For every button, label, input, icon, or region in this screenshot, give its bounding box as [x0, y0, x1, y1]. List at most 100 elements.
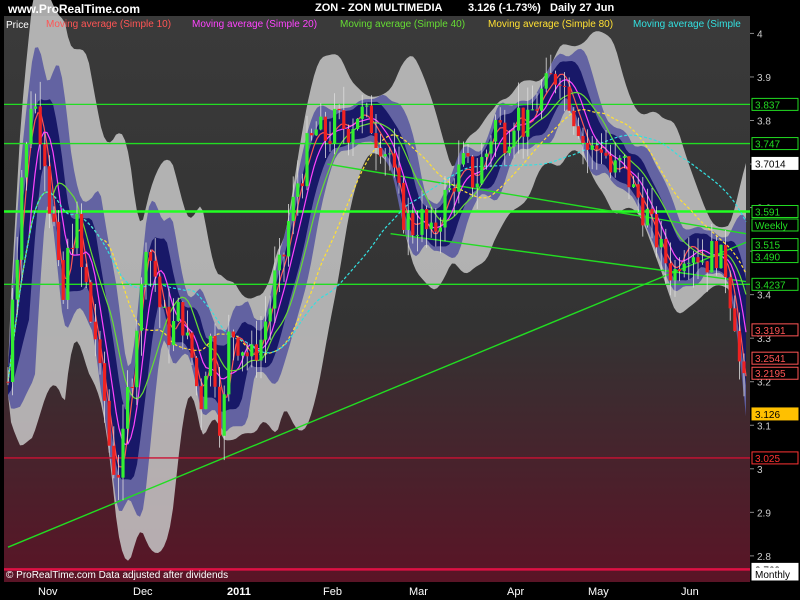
- x-label-nov: Nov: [38, 586, 58, 598]
- candle-body: [526, 109, 530, 137]
- candle-body: [659, 238, 663, 248]
- price-label: Price: [6, 20, 29, 31]
- candle-body: [581, 135, 585, 143]
- candle-body: [15, 259, 19, 300]
- candle-body: [47, 166, 51, 214]
- candle-body: [737, 330, 741, 362]
- candle-body: [452, 188, 456, 192]
- candle-body: [406, 213, 410, 230]
- candle-body: [351, 128, 355, 143]
- price-tag-label: 3.025: [755, 454, 780, 465]
- candle-body: [742, 361, 746, 374]
- candle-body: [388, 153, 392, 155]
- candle-body: [135, 330, 139, 388]
- candle-body: [116, 474, 120, 478]
- candle-body: [415, 234, 419, 236]
- candle-body: [549, 73, 553, 75]
- candle-body: [144, 251, 148, 285]
- candle-body: [103, 363, 107, 401]
- candle-body: [379, 147, 383, 157]
- candle-body: [733, 308, 737, 331]
- candle-body: [429, 222, 433, 230]
- candle-body: [20, 177, 24, 260]
- candle-body: [342, 110, 346, 129]
- candle-body: [466, 153, 470, 157]
- price-tag-label: 3.4237: [755, 280, 786, 291]
- candle-body: [530, 109, 534, 111]
- candle-body: [618, 157, 622, 161]
- candle-body: [11, 299, 15, 383]
- candle-body: [632, 184, 636, 188]
- candle-body: [397, 167, 401, 183]
- candle-body: [438, 227, 442, 232]
- y-tick-label: 3.4: [757, 291, 771, 302]
- candle-body: [480, 156, 484, 184]
- candle-body: [512, 130, 516, 147]
- x-label-jun: Jun: [681, 586, 699, 598]
- y-tick-label: 2.9: [757, 508, 771, 519]
- candle-body: [139, 284, 143, 331]
- footer-note: © ProRealTime.com Data adjusted after di…: [6, 570, 229, 581]
- candle-body: [296, 183, 300, 197]
- x-label-mar: Mar: [409, 586, 428, 598]
- candle-body: [80, 213, 84, 268]
- candle-body: [641, 197, 645, 226]
- candle-body: [471, 156, 475, 188]
- candle-body: [627, 156, 631, 188]
- candle-body: [650, 208, 654, 215]
- candle-body: [176, 302, 180, 321]
- candle-body: [172, 320, 176, 346]
- candle-body: [130, 386, 134, 388]
- candle-body: [517, 107, 521, 131]
- candle-body: [609, 155, 613, 173]
- candle-body: [682, 263, 686, 272]
- price-tag-label: 3.126: [755, 410, 780, 421]
- candle-body: [70, 247, 74, 249]
- candle-body: [259, 339, 263, 361]
- candle-body: [691, 257, 695, 263]
- candle-body: [687, 262, 691, 264]
- candle-body: [328, 140, 332, 144]
- candle-body: [273, 270, 277, 309]
- legend-ma10: Moving average (Simple 10): [46, 19, 172, 30]
- candle-body: [277, 254, 281, 271]
- candle-body: [153, 260, 157, 277]
- candle-body: [208, 335, 212, 376]
- candle-body: [503, 122, 507, 154]
- candle-body: [484, 153, 488, 157]
- candle-body: [121, 428, 125, 478]
- candle-body: [181, 302, 185, 336]
- candle-body: [222, 394, 226, 436]
- candle-body: [714, 241, 718, 269]
- price-tag-label: 3.2541: [755, 354, 786, 365]
- candle-body: [43, 144, 47, 167]
- x-label-2011: 2011: [227, 586, 251, 598]
- candle-body: [724, 244, 728, 278]
- price-chart[interactable]: 2.82.933.13.23.33.43.53.63.73.83.94 3.83…: [0, 0, 800, 600]
- candle-body: [586, 142, 590, 150]
- legend-ma40: Moving average (Simple 40): [340, 19, 466, 30]
- y-tick-label: 4: [757, 29, 763, 40]
- candle-body: [645, 208, 649, 226]
- x-label-dec: Dec: [133, 586, 153, 598]
- candle-body: [333, 108, 337, 144]
- candle-body: [57, 221, 61, 261]
- candle-body: [710, 241, 714, 273]
- last-quote: 3.126 (-1.73%): [468, 2, 541, 14]
- candle-body: [337, 108, 341, 111]
- candle-body: [310, 133, 314, 136]
- y-tick-label: 3.9: [757, 73, 771, 84]
- candle-body: [29, 108, 33, 144]
- candle-body: [535, 109, 539, 111]
- candle-body: [84, 267, 88, 283]
- chart-window: 2.82.933.13.23.33.43.53.63.73.83.94 3.83…: [0, 0, 800, 600]
- candle-body: [595, 145, 599, 150]
- candle-body: [291, 196, 295, 222]
- candle-body: [282, 254, 286, 257]
- candle-body: [98, 339, 102, 364]
- candle-body: [572, 110, 576, 127]
- price-tag-label: 3.2195: [755, 369, 786, 380]
- candle-body: [475, 183, 479, 188]
- candle-body: [6, 381, 10, 383]
- x-label-may: May: [588, 586, 609, 598]
